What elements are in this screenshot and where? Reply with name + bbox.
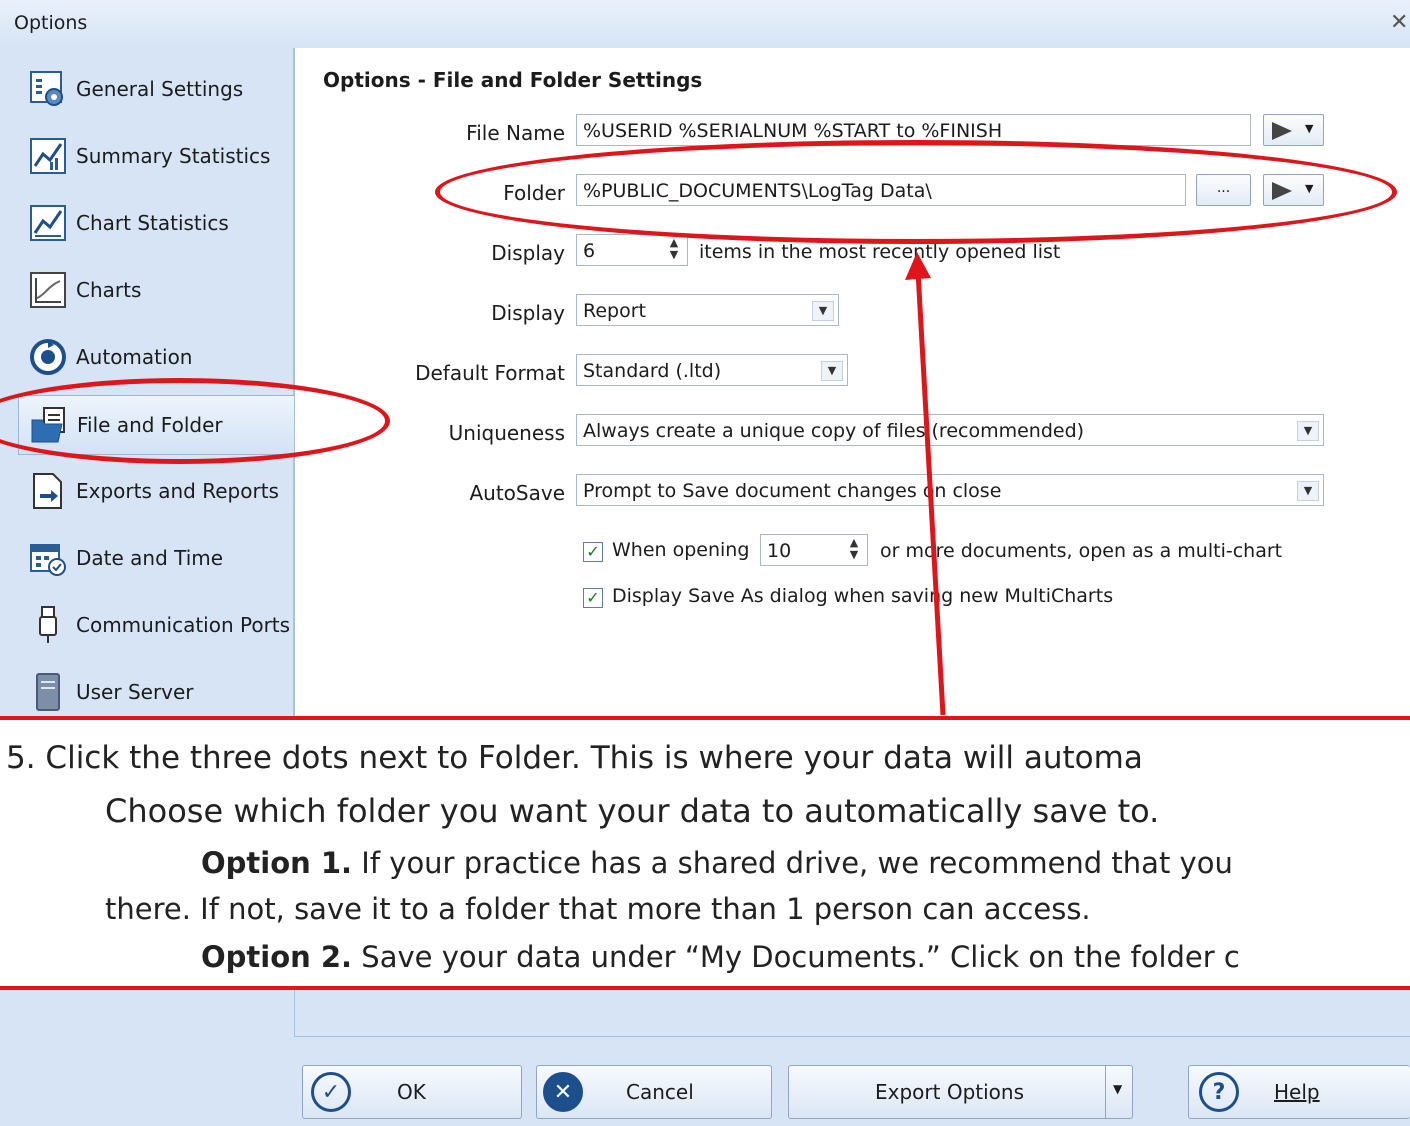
instruction-choose-folder: Choose which folder you want your data t…	[105, 792, 1160, 830]
save-as-dialog-checkbox[interactable]: ✓	[583, 588, 603, 608]
instruction-option-1-continued: there. If not, save it to a folder that …	[105, 892, 1091, 926]
close-icon[interactable]: ✕	[1390, 10, 1408, 35]
footer-divider	[294, 990, 1410, 1037]
sidebar-item-user-server[interactable]: User Server	[14, 663, 292, 721]
option-1-text: If your practice has a shared drive, we …	[352, 846, 1233, 880]
automation-icon	[26, 335, 70, 379]
display-mode-select[interactable]: Report ▼	[576, 294, 839, 326]
split-divider	[1105, 1066, 1106, 1118]
chevron-down-icon: ▼	[1297, 421, 1319, 441]
help-icon: ?	[1199, 1072, 1239, 1112]
cancel-button[interactable]: ✕ Cancel	[536, 1065, 772, 1119]
recent-count-stepper[interactable]: 6 ▲ ▼	[576, 234, 688, 266]
sidebar-item-label: Communication Ports	[76, 613, 291, 637]
option-1-label: Option 1.	[201, 846, 353, 880]
page-title: Options - File and Folder Settings	[323, 68, 703, 92]
sidebar-item-communication-ports[interactable]: Communication Ports	[14, 596, 292, 654]
checkmark-icon: ✓	[311, 1072, 351, 1112]
default-format-select[interactable]: Standard (.ltd) ▼	[576, 354, 848, 386]
recent-count-value: 6	[583, 240, 596, 262]
uniqueness-label: Uniqueness	[448, 421, 565, 445]
chevron-down-icon: ▼	[812, 301, 834, 321]
default-format-label: Default Format	[415, 361, 565, 385]
default-format-value: Standard (.ltd)	[583, 360, 722, 382]
usb-icon	[26, 603, 70, 647]
option-2-text: Save your data under “My Documents.” Cli…	[352, 940, 1240, 974]
sidebar-item-label: Chart Statistics	[76, 211, 229, 235]
sidebar-item-label: General Settings	[76, 77, 244, 101]
option-2-label: Option 2.	[201, 940, 353, 974]
chart-statistics-icon	[26, 201, 70, 245]
ok-label: OK	[397, 1080, 426, 1104]
sidebar-item-general-settings[interactable]: General Settings	[14, 60, 292, 118]
recent-count-suffix: items in the most recently opened list	[699, 241, 1061, 263]
summary-statistics-icon	[26, 134, 70, 178]
autosave-label: AutoSave	[469, 481, 565, 505]
sidebar-item-date-and-time[interactable]: Date and Time	[14, 529, 292, 587]
title-bar: Options ✕	[0, 0, 1410, 49]
folder-highlight-ellipse	[435, 140, 1397, 244]
export-options-label: Export Options	[875, 1080, 1024, 1104]
spinner-arrows-icon[interactable]: ▲ ▼	[843, 537, 865, 563]
when-opening-label: When opening	[612, 539, 750, 561]
sidebar-item-label: Exports and Reports	[76, 479, 279, 503]
file-name-macro-button[interactable]: ▼	[1263, 114, 1324, 146]
when-opening-checkbox[interactable]: ✓	[583, 542, 603, 562]
spinner-arrows-icon[interactable]: ▲ ▼	[663, 237, 685, 263]
help-label: Help	[1274, 1080, 1320, 1104]
multichart-threshold-value: 10	[767, 540, 792, 562]
cancel-x-icon: ✕	[543, 1072, 583, 1112]
file-name-label: File Name	[466, 121, 565, 145]
display-count-label: Display	[491, 241, 565, 265]
sidebar-item-label: Automation	[76, 345, 193, 369]
sidebar-item-automation[interactable]: Automation	[14, 328, 292, 386]
instruction-box: 5. Click the three dots next to Folder. …	[0, 716, 1410, 990]
display-mode-value: Report	[583, 300, 646, 322]
ok-button[interactable]: ✓ OK	[302, 1065, 522, 1119]
uniqueness-value: Always create a unique copy of files (re…	[583, 420, 1085, 442]
multichart-threshold-stepper[interactable]: 10 ▲ ▼	[760, 534, 868, 566]
instruction-step-5: 5. Click the three dots next to Folder. …	[6, 740, 1143, 776]
instruction-option-2: Option 2. Save your data under “My Docum…	[201, 940, 1240, 974]
display-mode-label: Display	[491, 301, 565, 325]
sidebar-item-exports-and-reports[interactable]: Exports and Reports	[14, 462, 292, 520]
chevron-down-icon: ▼	[1305, 122, 1314, 135]
chevron-down-icon: ▼	[821, 361, 843, 381]
window-title: Options	[14, 12, 88, 34]
sidebar-item-label: Date and Time	[76, 546, 224, 570]
annotation-arrow	[905, 252, 946, 716]
chevron-down-icon[interactable]: ▼	[1113, 1082, 1122, 1096]
server-icon	[26, 670, 70, 714]
date-time-icon	[26, 536, 70, 580]
sidebar-item-charts[interactable]: Charts	[14, 261, 292, 319]
instruction-option-1: Option 1. If your practice has a shared …	[201, 846, 1233, 880]
sidebar-item-label: User Server	[76, 680, 194, 704]
play-arrow-icon	[1272, 122, 1292, 140]
chevron-down-icon: ▼	[1297, 481, 1319, 501]
help-button[interactable]: ? Help	[1188, 1065, 1410, 1119]
charts-icon	[26, 268, 70, 312]
sidebar-item-label: Charts	[76, 278, 142, 302]
sidebar-item-label: Summary Statistics	[76, 144, 271, 168]
sidebar-item-chart-statistics[interactable]: Chart Statistics	[14, 194, 292, 252]
save-as-dialog-label: Display Save As dialog when saving new M…	[612, 585, 1114, 607]
general-settings-icon	[26, 67, 70, 111]
exports-reports-icon	[26, 469, 70, 513]
cancel-label: Cancel	[626, 1080, 694, 1104]
sidebar-item-summary-statistics[interactable]: Summary Statistics	[14, 127, 292, 185]
export-options-button[interactable]: Export Options ▼	[788, 1065, 1133, 1119]
